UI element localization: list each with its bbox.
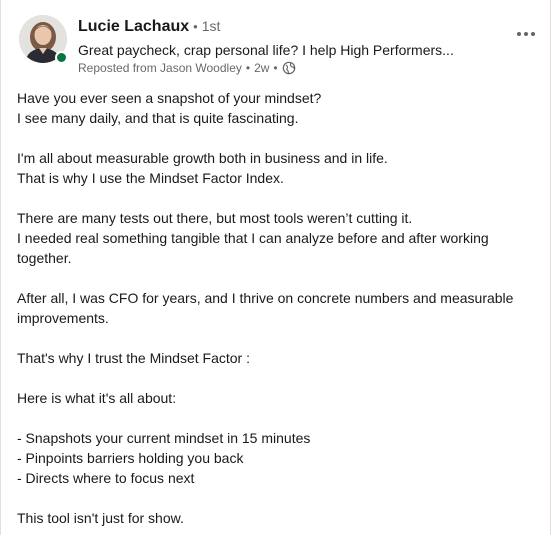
post-text-line: This tool isn't just for show. [17,510,184,526]
post-meta: Reposted from Jason Woodley • 2w • [78,61,296,75]
globe-icon [282,61,296,75]
separator-dot: • [273,61,278,75]
post-paragraph: This tool isn't just for show. [17,508,527,528]
author-line: Lucie Lachaux • 1st [78,18,220,36]
post-text-line: improvements. [17,310,109,326]
separator-dot: • [245,61,251,75]
post-paragraph: After all, I was CFO for years, and I th… [17,288,527,328]
post-text-line: - Snapshots your current mindset in 15 m… [17,430,311,446]
post-header: Lucie Lachaux • 1st Great paycheck, crap… [1,0,550,84]
author-headline[interactable]: Great paycheck, crap personal life? I he… [78,42,454,58]
post-text-line: There are many tests out there, but most… [17,210,413,226]
post-paragraph: I'm all about measurable growth both in … [17,148,527,188]
author-name[interactable]: Lucie Lachaux [78,18,189,36]
post-text-line: - Directs where to focus next [17,470,195,486]
post-text-line: That's why I trust the Mindset Factor : [17,350,250,366]
post-text-line: I needed real something tangible that I … [17,230,489,246]
feed-post: Lucie Lachaux • 1st Great paycheck, crap… [0,0,551,535]
post-text-line: I see many daily, and that is quite fasc… [17,110,299,126]
repost-attribution[interactable]: Reposted from Jason Woodley [78,61,242,75]
post-paragraph: Here is what it's all about: [17,388,527,408]
more-options-button[interactable] [510,20,542,48]
post-paragraph: Have you ever seen a snapshot of your mi… [17,88,527,128]
post-time: 2w [254,61,270,75]
connection-degree: 1st [201,18,221,34]
author-avatar[interactable] [19,15,68,64]
separator-dot: • [193,19,198,34]
online-status-indicator [55,51,68,64]
post-paragraph: There are many tests out there, but most… [17,208,527,268]
post-text-line: After all, I was CFO for years, and I th… [17,290,514,306]
post-text-line: That is why I use the Mindset Factor Ind… [17,170,284,186]
post-text: Have you ever seen a snapshot of your mi… [17,88,527,548]
post-text-line: Have you ever seen a snapshot of your mi… [17,90,322,106]
post-text-line: together. [17,250,72,266]
post-text-line: I'm all about measurable growth both in … [17,150,388,166]
post-text-line: Here is what it's all about: [17,390,177,406]
post-text-line: - Pinpoints barriers holding you back [17,450,244,466]
post-paragraph: - Snapshots your current mindset in 15 m… [17,428,527,488]
ellipsis-icon [517,32,535,36]
post-paragraph: That's why I trust the Mindset Factor : [17,348,527,368]
